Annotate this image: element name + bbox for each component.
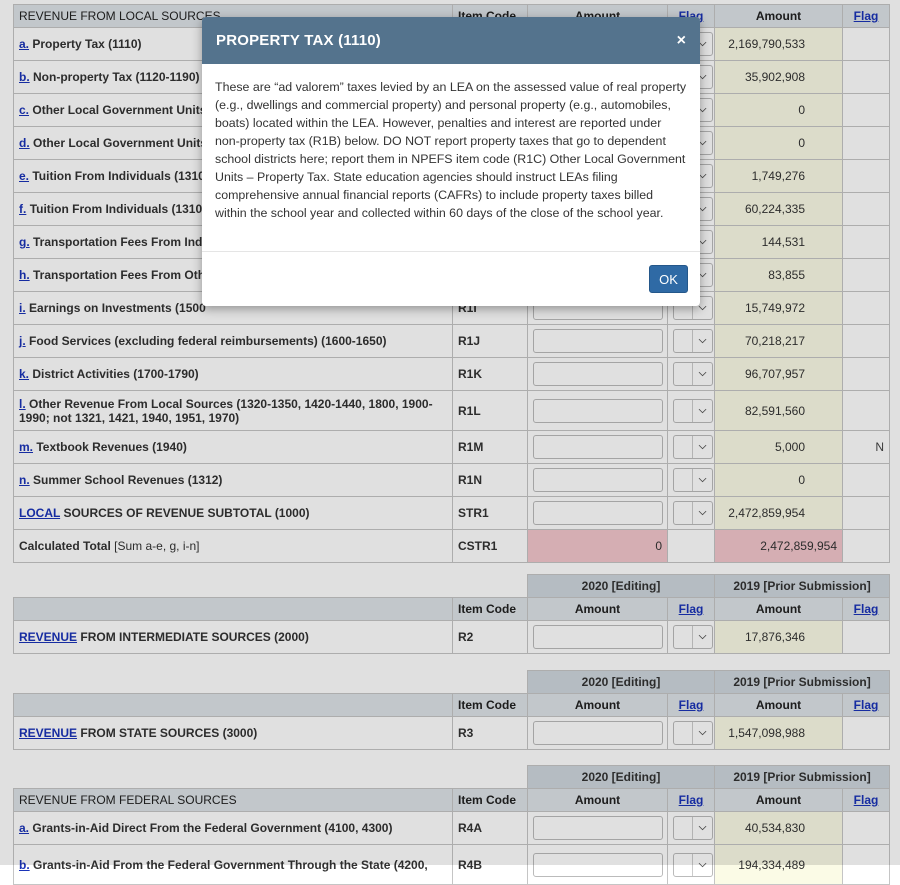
ok-button[interactable]: OK — [649, 265, 688, 293]
dialog-title: PROPERTY TAX (1110) — [216, 32, 381, 49]
dialog-header: PROPERTY TAX (1110) × — [202, 17, 700, 64]
dialog-body: These are “ad valorem” taxes levied by a… — [202, 64, 700, 252]
close-icon[interactable]: × — [677, 32, 686, 50]
property-tax-dialog: PROPERTY TAX (1110) × These are “ad valo… — [202, 17, 700, 306]
dialog-footer: OK — [202, 252, 700, 305]
